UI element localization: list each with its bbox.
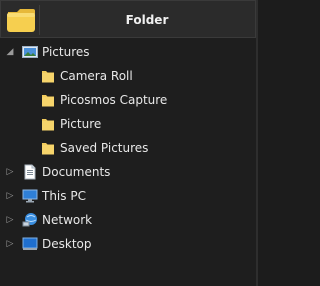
panel-title: Folder: [125, 13, 169, 27]
tree-item-camera-roll[interactable]: Camera Roll: [0, 64, 258, 88]
computer-icon: [22, 189, 38, 203]
tree-item-label: Pictures: [42, 45, 90, 59]
panel-right-border: [256, 0, 258, 286]
folder-icon: [42, 95, 54, 107]
tree-item-label: Network: [42, 213, 93, 227]
folder-icon: [42, 119, 54, 131]
panel-header: Folder: [0, 0, 256, 38]
tree-item-label: Saved Pictures: [60, 141, 149, 155]
tree-item-label: Picosmos Capture: [60, 93, 168, 107]
tree-item-this-pc[interactable]: ▷ This PC: [0, 184, 258, 208]
pictures-library-icon: [22, 46, 38, 58]
chevron-down-icon[interactable]: ◢: [4, 40, 16, 64]
tree-item-saved-pictures[interactable]: Saved Pictures: [0, 136, 258, 160]
chevron-right-icon[interactable]: ▷: [4, 208, 16, 232]
tree-item-label: Documents: [42, 165, 111, 179]
chevron-right-icon[interactable]: ▷: [4, 184, 16, 208]
documents-icon: [24, 164, 36, 180]
tree-item-picture[interactable]: Picture: [0, 112, 258, 136]
tree-item-label: Desktop: [42, 237, 92, 251]
tree-item-network[interactable]: ▷ Network: [0, 208, 258, 232]
tree-item-picosmos-capture[interactable]: Picosmos Capture: [0, 88, 258, 112]
folder-tree-panel: Folder ◢ Pictures Camera Roll Picosmos C…: [0, 0, 258, 286]
folder-icon: [42, 71, 54, 83]
chevron-right-icon[interactable]: ▷: [4, 160, 16, 184]
tree-item-label: Camera Roll: [60, 69, 133, 83]
network-icon: [22, 213, 37, 227]
desktop-icon: [22, 237, 38, 250]
chevron-right-icon[interactable]: ▷: [4, 232, 16, 256]
tree-item-documents[interactable]: ▷ Documents: [0, 160, 258, 184]
tree-item-label: This PC: [42, 189, 86, 203]
tree-item-label: Picture: [60, 117, 102, 131]
tree-item-pictures[interactable]: ◢ Pictures: [0, 40, 258, 64]
folder-icon: [42, 143, 54, 155]
folder-icon: [7, 9, 35, 32]
tree-item-desktop[interactable]: ▷ Desktop: [0, 232, 258, 256]
